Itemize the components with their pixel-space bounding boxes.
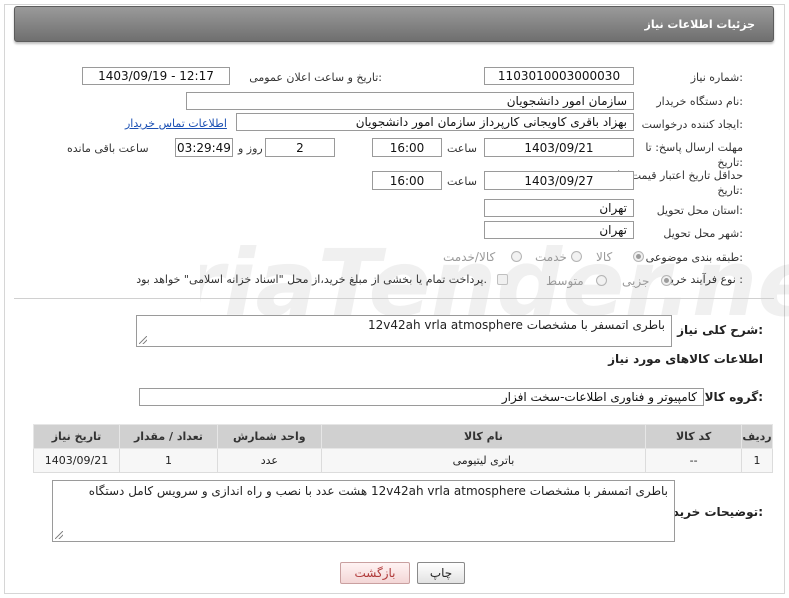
- category-radio-goods[interactable]: [633, 251, 644, 262]
- goods-group-label: گروه کالا:: [704, 390, 763, 404]
- col-need-date: تاریخ نیاز: [32, 424, 121, 449]
- col-code: کد کالا: [645, 424, 743, 449]
- treasury-payment-note: پرداخت تمام یا بخشی از مبلغ خرید،از محل …: [136, 273, 487, 286]
- table-row[interactable]: 1 -- باتری لیتیومی عدد 1 1403/09/21: [32, 448, 773, 473]
- need-number-field: 1103010003000030: [484, 67, 634, 85]
- creator-label: ایجاد کننده درخواست:: [641, 118, 743, 131]
- resize-grip-icon[interactable]: [139, 336, 147, 344]
- section-divider: [14, 298, 774, 299]
- days-label: روز و: [238, 142, 263, 155]
- price-time-label: ساعت: [447, 175, 477, 188]
- province-label: استان محل تحویل:: [656, 204, 743, 217]
- buyer-notes-text: باطری اتمسفر با مشخصات 12v42ah vrla atmo…: [88, 484, 668, 498]
- table-header-row: ردیف کد کالا نام کالا واحد شمارش تعداد /…: [32, 424, 773, 449]
- reply-deadline-label: مهلت ارسال پاسخ: تا تاریخ:: [645, 141, 743, 169]
- category-option-goods: کالا: [596, 250, 613, 264]
- creator-field: بهزاد باقری کاویجانی کارپرداز سازمان امو…: [236, 113, 634, 131]
- buyer-name-label: نام دستگاه خریدار:: [656, 95, 743, 108]
- category-option-goods-service: کالا/خدمت: [443, 250, 496, 264]
- buyer-contact-link[interactable]: اطلاعات تماس خریدار: [125, 117, 227, 130]
- buyer-notes-textarea: باطری اتمسفر با مشخصات 12v42ah vrla atmo…: [52, 480, 675, 542]
- city-label: شهر محل تحویل:: [663, 227, 743, 240]
- page-title: جزئیات اطلاعات نیاز: [644, 18, 756, 31]
- description-textarea: باطری اتمسفر با مشخصات 12v42ah vrla atmo…: [136, 315, 672, 347]
- col-unit: واحد شمارش: [216, 424, 322, 449]
- category-label: طبقه بندی موضوعی:: [645, 251, 743, 264]
- price-time-field: 16:00: [372, 171, 442, 190]
- province-field: تهران: [484, 199, 634, 217]
- buyer-notes-label: توضیحات خریدار:: [661, 505, 763, 519]
- process-radio-minor[interactable]: [661, 275, 672, 286]
- category-radio-goods-service[interactable]: [511, 251, 522, 262]
- process-label: نوع فرآیند خرید :: [665, 273, 743, 286]
- cell-quantity: 1: [119, 448, 218, 473]
- col-quantity: تعداد / مقدار: [119, 424, 218, 449]
- announce-date-label: تاریخ و ساعت اعلان عمومی:: [249, 71, 382, 84]
- need-number-label: شماره نیاز:: [690, 71, 743, 84]
- announce-date-field: 1403/09/19 - 12:17: [82, 67, 230, 85]
- description-text: باطری اتمسفر با مشخصات 12v42ah vrla atmo…: [367, 318, 665, 332]
- resize-grip-icon[interactable]: [55, 531, 63, 539]
- header-bar: جزئیات اطلاعات نیاز: [14, 6, 774, 42]
- category-option-service: خدمت: [535, 250, 567, 264]
- goods-section-title: اطلاعات کالاهای مورد نیاز: [608, 352, 763, 366]
- process-option-medium: متوسط: [546, 274, 584, 288]
- cell-need-date: 1403/09/21: [32, 448, 121, 473]
- process-radio-medium[interactable]: [596, 275, 607, 286]
- cell-name: باتری لیتیومی: [320, 448, 647, 473]
- reply-time-field: 16:00: [372, 138, 442, 157]
- cell-code: --: [645, 448, 743, 473]
- reply-date-field: 1403/09/21: [484, 138, 634, 157]
- city-field: تهران: [484, 221, 634, 239]
- days-remaining-field: 2: [265, 138, 335, 157]
- description-label: شرح کلی نیاز:: [677, 323, 763, 337]
- buyer-name-field: سازمان امور دانشجویان: [186, 92, 634, 110]
- category-radio-service[interactable]: [571, 251, 582, 262]
- cell-unit: عدد: [216, 448, 322, 473]
- reply-time-label: ساعت: [447, 142, 477, 155]
- price-date-field: 1403/09/27: [484, 171, 634, 190]
- process-option-minor: جزیی: [622, 274, 650, 288]
- back-button[interactable]: بازگشت: [340, 562, 410, 584]
- cell-row: 1: [741, 448, 773, 473]
- treasury-payment-checkbox[interactable]: [497, 274, 508, 285]
- col-row: ردیف: [741, 424, 773, 449]
- goods-group-field: کامپیوتر و فناوری اطلاعات-سخت افزار: [139, 388, 704, 406]
- print-button[interactable]: چاپ: [417, 562, 465, 584]
- time-remaining-field: 03:29:49: [175, 138, 233, 157]
- time-remaining-label: ساعت باقی مانده: [67, 142, 149, 155]
- col-name: نام کالا: [320, 424, 647, 449]
- items-table: ردیف کد کالا نام کالا واحد شمارش تعداد /…: [32, 424, 773, 473]
